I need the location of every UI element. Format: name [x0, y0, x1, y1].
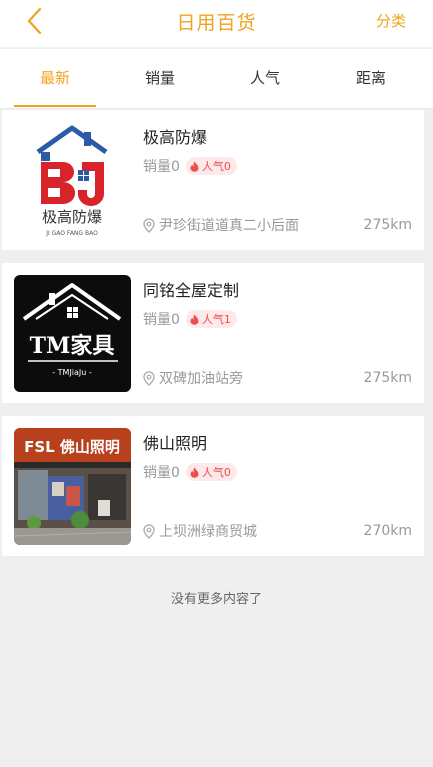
tab-sales[interactable]: 销量	[118, 49, 202, 107]
store-address: 尹珍街道道真二小后面	[143, 215, 299, 235]
tab-popularity[interactable]: 人气	[223, 49, 307, 107]
store-name: 极高防爆	[143, 128, 208, 147]
store-card[interactable]: 极高防爆 JI GAO FANG BAO 极高防爆 销量0 人气0 尹珍街道道真…	[2, 110, 424, 250]
svg-text:JI GAO FANG BAO: JI GAO FANG BAO	[45, 230, 98, 237]
sales-count: 销量0	[143, 465, 180, 481]
sort-tabs: 最新 销量 人气 距离	[0, 49, 433, 109]
active-tab-indicator	[14, 105, 96, 107]
location-pin-icon	[143, 370, 155, 386]
flame-icon	[190, 314, 199, 325]
svg-text:FSL 佛山照明: FSL 佛山照明	[24, 438, 120, 456]
store-stats: 销量0 人气1	[143, 309, 237, 329]
tab-distance[interactable]: 距离	[329, 49, 413, 107]
store-distance: 275km	[363, 217, 412, 233]
tab-latest[interactable]: 最新	[13, 49, 97, 107]
location-pin-icon	[143, 523, 155, 539]
flame-icon	[190, 161, 199, 172]
svg-text:- TMJiaJu -: - TMJiaJu -	[52, 368, 92, 377]
store-address: 上坝洲绿商贸城	[143, 521, 257, 541]
store-stats: 销量0 人气0	[143, 156, 237, 176]
sales-count: 销量0	[143, 312, 180, 328]
page-title: 日用百货	[176, 12, 257, 34]
svg-text:TM家具: TM家具	[30, 333, 115, 359]
store-distance: 275km	[363, 370, 412, 386]
store-address: 双碑加油站旁	[143, 368, 243, 388]
top-nav-bar: 日用百货 分类	[0, 0, 433, 48]
category-button[interactable]: 分类	[376, 10, 406, 31]
svg-text:极高防爆: 极高防爆	[42, 208, 102, 226]
store-name: 佛山照明	[143, 434, 208, 453]
store-stats: 销量0 人气0	[143, 462, 237, 482]
store-card[interactable]: FSL 佛山照明 佛山照明 销量0 人气0 上坝洲绿商贸城 270km	[2, 416, 424, 556]
store-logo: 极高防爆 JI GAO FANG BAO	[14, 122, 131, 239]
store-card[interactable]: TM家具 - TMJiaJu - 同铭全屋定制 销量0 人气1 双碑加油站旁 2…	[2, 263, 424, 403]
end-of-list-text: 没有更多内容了	[170, 592, 262, 607]
store-logo: TM家具 - TMJiaJu -	[14, 275, 131, 392]
popularity-badge: 人气1	[185, 310, 237, 328]
store-name: 同铭全屋定制	[143, 281, 240, 300]
popularity-badge: 人气0	[185, 463, 237, 481]
flame-icon	[190, 467, 199, 478]
popularity-badge: 人气0	[185, 157, 237, 175]
store-photo: FSL 佛山照明	[14, 428, 131, 545]
sales-count: 销量0	[143, 159, 180, 175]
location-pin-icon	[143, 217, 155, 233]
store-distance: 270km	[363, 523, 412, 539]
